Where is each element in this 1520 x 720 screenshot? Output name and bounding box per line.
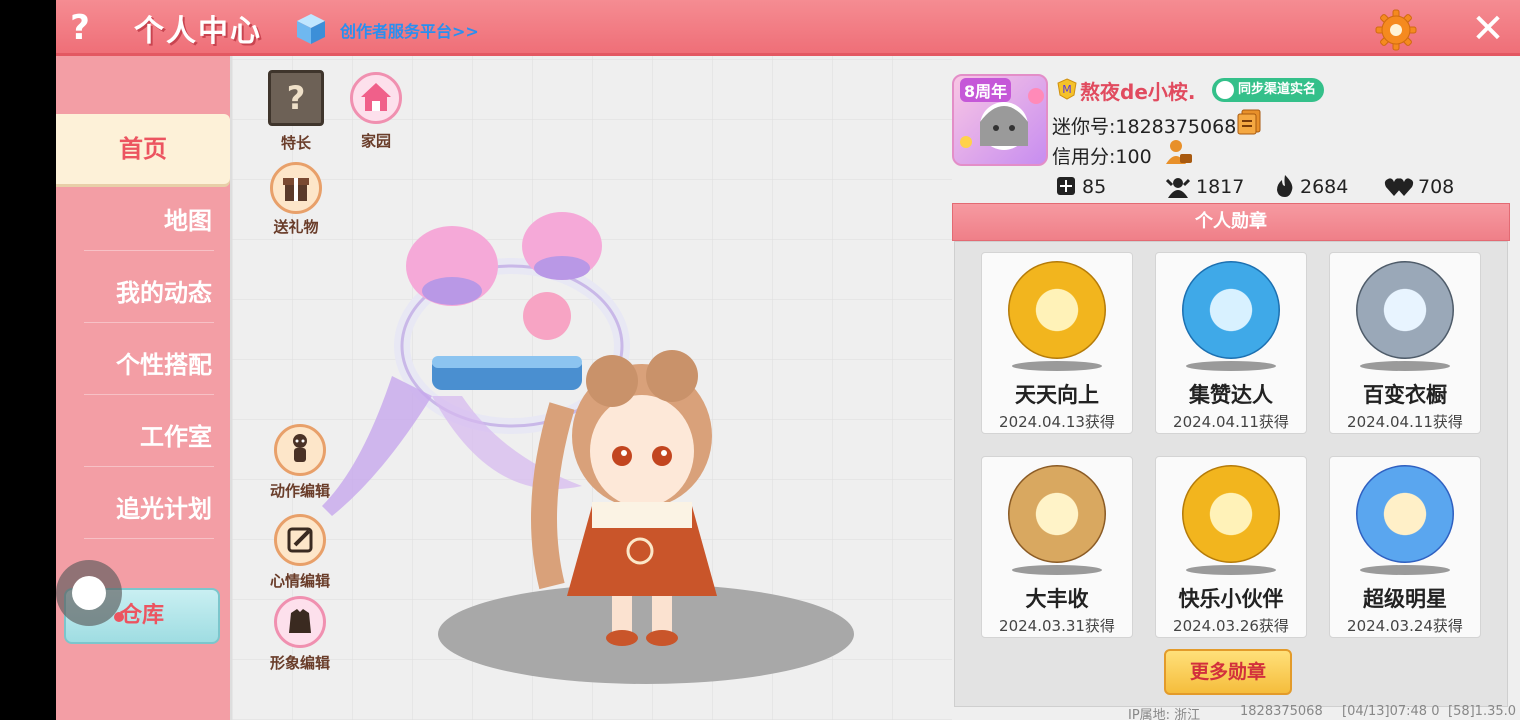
floating-ball-center (72, 576, 106, 610)
svg-text:M: M (1062, 83, 1072, 96)
gift-button[interactable]: 送礼物 (264, 162, 328, 237)
player-avatar-character[interactable] (322, 206, 792, 666)
notification-dot (114, 612, 124, 622)
footer-time: [04/13]07:48 0 (1342, 704, 1440, 719)
nav-home[interactable]: 首页 (56, 114, 230, 184)
nav-divider (84, 322, 214, 323)
fans-icon (1166, 178, 1190, 198)
verify-icon (1216, 81, 1234, 99)
medal-card[interactable]: 快乐小伙伴 2024.03.26获得 (1155, 456, 1307, 638)
nav-studio[interactable]: 工作室 (56, 402, 230, 472)
talent-button[interactable]: ? 特长 (264, 70, 328, 153)
close-button[interactable]: ✕ (1466, 8, 1510, 52)
more-medals-button[interactable]: 更多勋章 (1164, 649, 1292, 695)
creator-platform-link[interactable]: 创作者服务平台>> (340, 18, 479, 42)
medal-card[interactable]: 天天向上 2024.04.13获得 (981, 252, 1133, 434)
help-button[interactable]: ? (60, 6, 100, 50)
medal-grid: 天天向上 2024.04.13获得 集赞达人 2024.04.11获得 百变衣橱… (954, 241, 1508, 707)
stat-popularity: 2684 (1300, 176, 1349, 198)
character-area: ? 特长 家园 送礼物 动作编辑 心情编辑 形象编辑 (232, 56, 952, 720)
profile-panel: 8周年 M 熬夜de小桉. 同步渠道实名 迷你号:1828375068 信用分:… (952, 56, 1520, 720)
page-title: 个人中心 (134, 14, 262, 49)
home-button[interactable]: 家园 (344, 72, 408, 151)
gift-label: 送礼物 (273, 218, 319, 236)
medal-card[interactable]: 超级明星 2024.03.24获得 (1329, 456, 1481, 638)
medal-date: 2024.04.11获得 (1173, 413, 1289, 431)
stat-fans: 1817 (1196, 176, 1245, 198)
stat-likes: 708 (1418, 176, 1455, 198)
home-label: 家园 (360, 132, 391, 150)
footer-version: [58]1.35.0 (1448, 704, 1517, 719)
nav-divider (84, 250, 214, 251)
calendar-medal-icon (1008, 261, 1106, 359)
floating-assist-ball[interactable] (56, 560, 122, 626)
medal-card[interactable]: 大丰收 2024.03.31获得 (981, 456, 1133, 638)
outfit-icon (274, 596, 326, 648)
medal-section-header: 个人勋章 (952, 203, 1510, 241)
player-name: 熬夜de小桉. (1080, 80, 1196, 104)
nav-divider (84, 466, 214, 467)
profile-avatar[interactable]: 8周年 (952, 74, 1048, 166)
superstar-medal-icon (1356, 465, 1454, 563)
medal-date: 2024.03.26获得 (1173, 617, 1289, 635)
credit-person-icon[interactable] (1164, 138, 1194, 166)
hearts-icon (1384, 178, 1414, 196)
vip-shield-icon: M (1057, 78, 1077, 100)
medal-name: 天天向上 (1015, 383, 1099, 407)
question-block-icon: ? (268, 70, 324, 126)
footer-uid: 1828375068 (1240, 704, 1323, 719)
verify-badge[interactable]: 同步渠道实名 (1212, 78, 1325, 102)
stat-friends: 85 (1082, 176, 1107, 198)
medal-pedestal (1186, 565, 1276, 575)
medal-pedestal (1360, 361, 1450, 371)
harvest-medal-icon (1008, 465, 1106, 563)
thumbs-up-medal-icon (1182, 261, 1280, 359)
fire-icon (1277, 175, 1293, 197)
medal-pedestal (1360, 565, 1450, 575)
top-bar: ? 个人中心 创作者服务平台>> ✕ (56, 0, 1520, 56)
verify-label: 同步渠道实名 (1238, 82, 1317, 97)
nav-my-posts[interactable]: 我的动态 (56, 258, 230, 328)
medal-date: 2024.04.11获得 (1347, 413, 1463, 431)
medal-pedestal (1186, 361, 1276, 371)
action-figure-icon (274, 424, 326, 476)
gear-icon[interactable] (1374, 8, 1418, 52)
medal-name: 集赞达人 (1189, 383, 1273, 407)
medal-name: 百变衣橱 (1363, 383, 1447, 407)
medal-name: 大丰收 (1025, 587, 1089, 611)
mini-id: 迷你号:1828375068 (1052, 116, 1237, 138)
medal-name: 超级明星 (1363, 587, 1447, 611)
copy-icon[interactable] (1236, 108, 1262, 136)
medal-pedestal (1012, 565, 1102, 575)
talent-label: 特长 (280, 134, 311, 152)
ip-location: IP属地: 浙江 (1128, 708, 1201, 720)
nav-chase-light[interactable]: 追光计划 (56, 474, 230, 544)
medal-date: 2024.04.13获得 (999, 413, 1115, 431)
cube-icon (297, 14, 325, 44)
medal-pedestal (1012, 361, 1102, 371)
nav-map[interactable]: 地图 (56, 186, 230, 256)
credit-score: 信用分:100 (1052, 146, 1152, 168)
add-friend-icon (1057, 177, 1075, 195)
nav-divider (84, 394, 214, 395)
game-window: ? 个人中心 创作者服务平台>> ✕ 首页 地图 我的动态 个性搭配 工作室 追… (56, 0, 1520, 720)
medal-date: 2024.03.31获得 (999, 617, 1115, 635)
medal-card[interactable]: 百变衣橱 2024.04.11获得 (1329, 252, 1481, 434)
friends-medal-icon (1182, 465, 1280, 563)
edit-pencil-icon (274, 514, 326, 566)
wardrobe-medal-icon (1356, 261, 1454, 359)
medal-card[interactable]: 集赞达人 2024.04.11获得 (1155, 252, 1307, 434)
gift-icon (270, 162, 322, 214)
warehouse-label: 仓库 (119, 603, 164, 628)
medal-date: 2024.03.24获得 (1347, 617, 1463, 635)
nav-outfit[interactable]: 个性搭配 (56, 330, 230, 400)
medal-name: 快乐小伙伴 (1178, 587, 1284, 611)
anniversary-badge: 8周年 (960, 78, 1012, 102)
house-icon (350, 72, 402, 124)
nav-divider (84, 538, 214, 539)
